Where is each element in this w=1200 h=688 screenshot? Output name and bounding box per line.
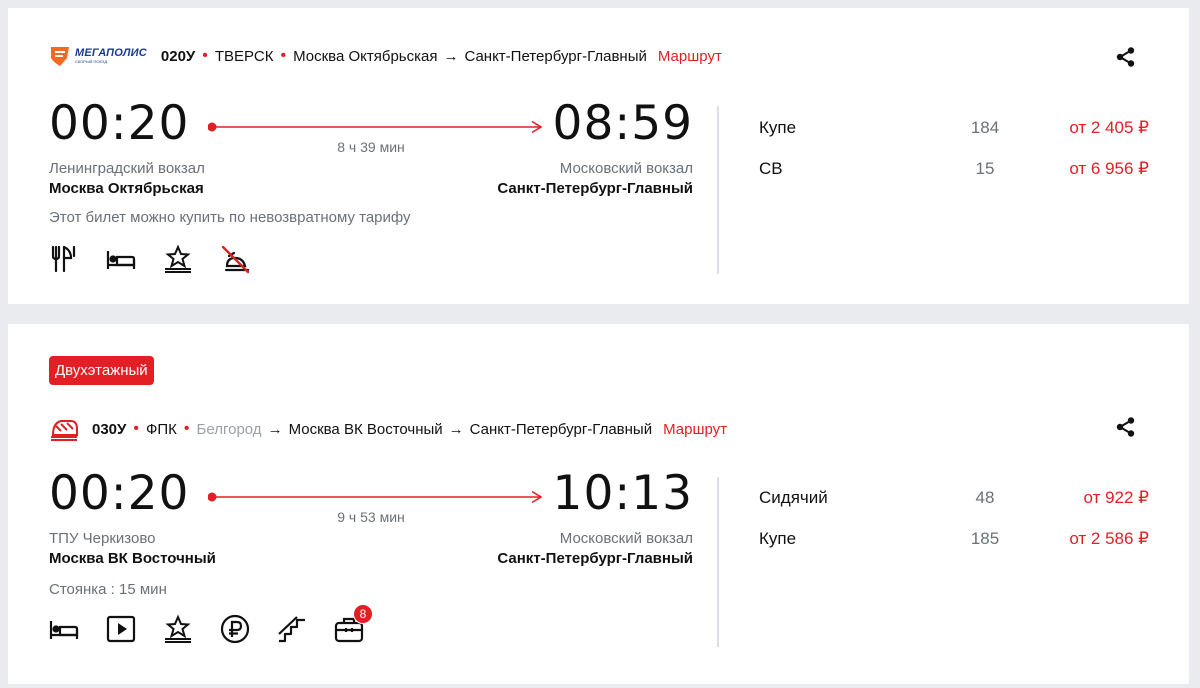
train-number: 020У — [160, 47, 196, 65]
megapolis-emblem-icon — [51, 47, 69, 66]
departure-station-sub: Ленинградский вокзал — [49, 160, 205, 177]
stop-duration-note: Стоянка : 15 мин — [49, 581, 167, 598]
route-to: Санкт-Петербург-Главный — [464, 47, 647, 65]
amenities-list: 8 — [49, 604, 391, 644]
departure-station-sub: ТПУ Черкизово — [49, 530, 156, 547]
fpk-train-logo-icon — [49, 417, 79, 441]
train-carrier: ТВЕРСК — [214, 47, 274, 65]
card-divider — [717, 106, 719, 274]
fare-row[interactable]: Сидячий 48 от 922 ₽ — [759, 488, 1149, 510]
bed-icon[interactable] — [49, 614, 79, 644]
route-from: Москва Октябрьская — [293, 47, 438, 65]
route-arrow-icon: → — [267, 420, 283, 438]
departure-station: Москва Октябрьская — [49, 180, 204, 197]
stairs-icon[interactable] — [277, 614, 307, 644]
fare-class: Сидячий — [759, 488, 828, 507]
ruble-icon[interactable] — [220, 614, 250, 644]
fare-row[interactable]: Купе 184 от 2 405 ₽ — [759, 118, 1149, 140]
no-pets-icon[interactable] — [220, 244, 250, 274]
luggage-count-badge: 8 — [353, 604, 373, 624]
route-arrow-icon: → — [443, 47, 459, 65]
arrival-time: 08:59 — [552, 96, 693, 151]
premium-icon[interactable] — [163, 244, 193, 274]
travel-duration: 9 ч 53 мин — [337, 509, 405, 525]
separator-dot: • — [133, 420, 139, 437]
train-card-030u[interactable]: Двухэтажный 030У • ФПК • Белгород → Моск… — [8, 324, 1189, 684]
departure-station: Москва ВК Восточный — [49, 550, 216, 567]
megapolis-logo: МЕГАПОЛИС СКОРЫЙ ПОЕЗД — [49, 44, 147, 68]
non-refundable-note: Этот билет можно купить по невозвратному… — [49, 209, 411, 226]
luggage-icon[interactable]: 8 — [334, 604, 373, 644]
fare-price[interactable]: от 2 405 ₽ — [1069, 118, 1149, 138]
fare-seats: 15 — [975, 159, 995, 178]
share-icon[interactable] — [1115, 46, 1137, 68]
amenities-list — [49, 244, 277, 274]
arrival-station-sub: Московский вокзал — [559, 160, 693, 177]
route-link[interactable]: Маршрут — [663, 421, 727, 438]
fare-seats: 48 — [975, 488, 995, 507]
share-icon[interactable] — [1115, 416, 1137, 438]
route-to: Санкт-Петербург-Главный — [469, 420, 653, 438]
fare-class: СВ — [759, 159, 783, 178]
double-decker-badge: Двухэтажный — [49, 356, 154, 385]
fare-seats: 185 — [970, 529, 1000, 548]
arrival-station: Санкт-Петербург-Главный — [497, 180, 693, 197]
route-origin: Белгород — [196, 420, 262, 438]
train-carrier: ФПК — [145, 420, 177, 438]
fare-price[interactable]: от 2 586 ₽ — [1069, 529, 1149, 549]
fare-row[interactable]: Купе 185 от 2 586 ₽ — [759, 529, 1149, 551]
arrival-station-sub: Московский вокзал — [559, 530, 693, 547]
train-header: 030У • ФПК • Белгород → Москва ВК Восточ… — [49, 417, 727, 441]
premium-icon[interactable] — [163, 614, 193, 644]
fare-class: Купе — [759, 529, 797, 548]
separator-dot: • — [183, 420, 190, 437]
card-divider — [717, 477, 719, 647]
restaurant-icon[interactable] — [49, 244, 79, 274]
departure-time: 00:20 — [49, 96, 190, 151]
route-arrow-icon: → — [448, 420, 464, 438]
train-number: 030У — [92, 420, 127, 438]
route-from: Москва ВК Восточный — [288, 420, 443, 438]
fare-row[interactable]: СВ 15 от 6 956 ₽ — [759, 159, 1149, 181]
route-track — [207, 120, 545, 134]
train-header: МЕГАПОЛИС СКОРЫЙ ПОЕЗД 020У • ТВЕРСК • М… — [49, 44, 722, 68]
fare-class: Купе — [759, 118, 797, 137]
fare-price[interactable]: от 6 956 ₽ — [1069, 159, 1149, 179]
arrival-time: 10:13 — [552, 466, 693, 521]
megapolis-logo-subtext: СКОРЫЙ ПОЕЗД — [75, 59, 108, 64]
bed-icon[interactable] — [106, 244, 136, 274]
route-link[interactable]: Маршрут — [658, 48, 722, 65]
separator-dot: • — [202, 47, 208, 64]
fare-seats: 184 — [970, 118, 1000, 137]
train-card-020u[interactable]: МЕГАПОЛИС СКОРЫЙ ПОЕЗД 020У • ТВЕРСК • М… — [8, 8, 1189, 304]
route-track — [207, 490, 545, 504]
megapolis-logo-text: МЕГАПОЛИС — [75, 47, 147, 59]
video-icon[interactable] — [106, 614, 136, 644]
travel-duration: 8 ч 39 мин — [337, 139, 405, 155]
fare-price[interactable]: от 922 ₽ — [1084, 488, 1150, 508]
separator-dot: • — [280, 47, 287, 64]
departure-time: 00:20 — [49, 466, 190, 521]
arrival-station: Санкт-Петербург-Главный — [497, 550, 693, 567]
